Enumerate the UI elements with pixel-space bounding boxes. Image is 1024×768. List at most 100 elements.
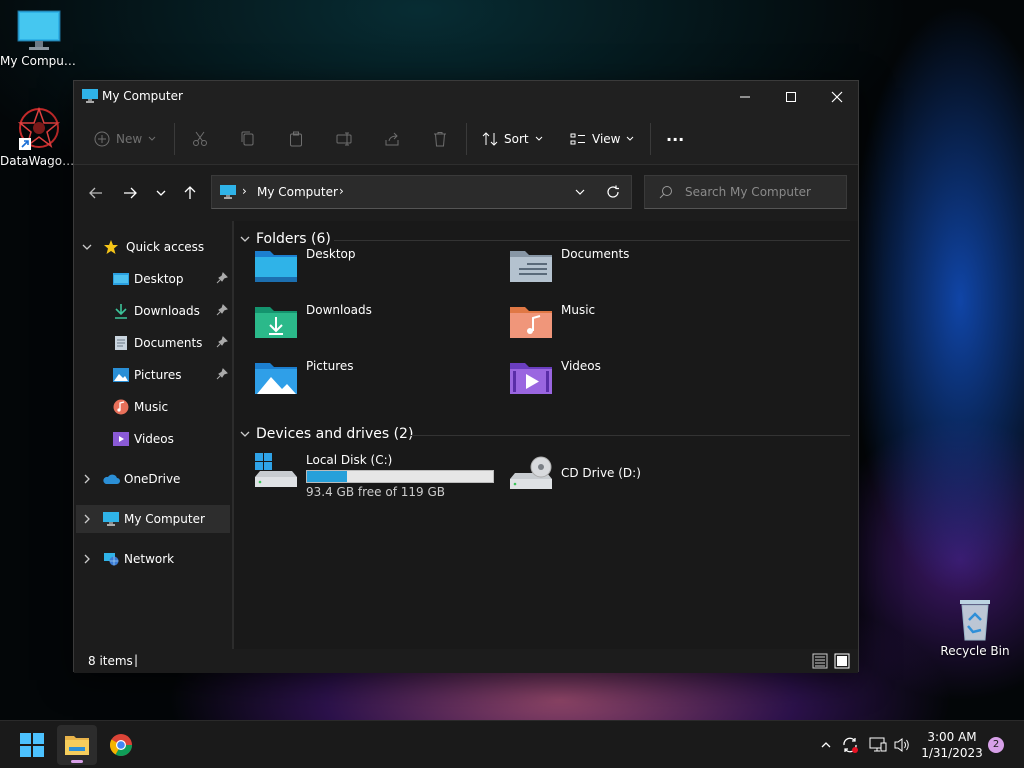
folder-documents[interactable]: Documents xyxy=(509,247,749,297)
sidebar-item-videos[interactable]: Videos xyxy=(76,425,230,453)
monitor-icon xyxy=(220,185,236,202)
show-hidden-icons-button[interactable] xyxy=(816,735,836,755)
share-icon xyxy=(385,132,399,146)
more-options-button[interactable]: ··· xyxy=(666,127,684,151)
forward-button[interactable] xyxy=(120,183,140,203)
sidebar-item-quick-access[interactable]: Quick access xyxy=(76,233,230,261)
large-icons-view-button[interactable] xyxy=(834,653,850,672)
desktop-icon-recycle-bin[interactable]: Recycle Bin xyxy=(936,596,1014,658)
pin-icon xyxy=(216,272,228,287)
trash-icon xyxy=(434,132,446,147)
back-button[interactable] xyxy=(86,183,106,203)
network-status-button[interactable] xyxy=(868,735,888,755)
volume-button[interactable] xyxy=(892,735,912,755)
search-box[interactable]: Search My Computer xyxy=(644,175,847,209)
sync-status-button[interactable] xyxy=(840,735,860,755)
drives-group-title: Devices and drives (2) xyxy=(256,426,414,442)
cd-drive-icon xyxy=(510,456,552,489)
folder-pictures[interactable]: Pictures xyxy=(254,359,494,409)
minimize-icon xyxy=(740,96,750,98)
sidebar-item-label: Music xyxy=(134,400,169,414)
new-button[interactable]: New xyxy=(94,127,156,151)
sidebar-item-downloads[interactable]: Downloads xyxy=(76,297,230,325)
scissors-icon xyxy=(193,131,207,146)
desktop-icon-my-computer[interactable]: My Computer xyxy=(0,10,78,68)
folder-icon xyxy=(65,736,89,755)
address-dropdown-button[interactable] xyxy=(574,186,586,201)
taskbar-file-explorer[interactable] xyxy=(57,725,97,765)
details-view-icon xyxy=(812,653,828,669)
breadcrumb-separator[interactable]: › xyxy=(242,184,247,198)
navigation-pane: Quick access Desktop Downloads Documents xyxy=(74,221,232,649)
system-clock[interactable]: 3:00 AM 1/31/2023 xyxy=(918,729,986,761)
toolbar-separator xyxy=(650,123,651,155)
start-button[interactable] xyxy=(12,725,52,765)
chevron-down-icon xyxy=(148,136,156,141)
delete-button[interactable] xyxy=(432,127,448,151)
sidebar-item-label: Downloads xyxy=(134,304,200,318)
sort-button[interactable]: Sort xyxy=(482,127,543,151)
cut-button[interactable] xyxy=(192,127,208,151)
notification-badge[interactable]: 2 xyxy=(988,737,1004,753)
drives-group-header[interactable]: Devices and drives (2) xyxy=(240,426,413,442)
title-bar[interactable]: My Computer xyxy=(74,81,858,113)
drive-cd-d[interactable]: CD Drive (D:) xyxy=(509,453,749,493)
arrow-left-icon xyxy=(89,187,102,199)
taskbar-chrome[interactable] xyxy=(101,725,141,765)
breadcrumb-separator[interactable]: › xyxy=(339,184,344,198)
breadcrumb-my-computer[interactable]: My Computer xyxy=(257,185,338,199)
sidebar-item-pictures[interactable]: Pictures xyxy=(76,361,230,389)
arrow-right-icon xyxy=(124,187,137,199)
folder-name: Videos xyxy=(561,359,601,373)
details-view-button[interactable] xyxy=(812,653,828,672)
copy-button[interactable] xyxy=(240,127,256,151)
sidebar-item-music[interactable]: Music xyxy=(76,393,230,421)
up-button[interactable] xyxy=(180,183,200,203)
monitor-icon xyxy=(17,10,61,50)
windows-logo-icon xyxy=(20,733,44,757)
pin-icon xyxy=(216,304,228,319)
tiles-view-icon xyxy=(834,653,850,669)
drive-name: Local Disk (C:) xyxy=(306,453,393,467)
download-arrow-icon xyxy=(112,302,130,320)
chevron-right-icon[interactable] xyxy=(76,474,98,484)
chevron-down-icon xyxy=(575,189,585,195)
folder-desktop[interactable]: Desktop xyxy=(254,247,494,297)
minimize-button[interactable] xyxy=(722,81,768,113)
folder-videos[interactable]: Videos xyxy=(509,359,749,409)
refresh-button[interactable] xyxy=(606,185,620,202)
share-button[interactable] xyxy=(384,127,400,151)
recent-locations-button[interactable] xyxy=(151,183,171,203)
folder-music[interactable]: Music xyxy=(509,303,749,353)
sidebar-item-label: Documents xyxy=(134,336,203,350)
folder-name: Downloads xyxy=(306,303,372,317)
sidebar-item-desktop[interactable]: Desktop xyxy=(76,265,230,293)
close-button[interactable] xyxy=(814,81,860,113)
chevron-down-icon xyxy=(240,236,250,242)
view-button[interactable]: View xyxy=(570,127,634,151)
sidebar-item-onedrive[interactable]: OneDrive xyxy=(76,465,230,493)
desktop-icon-label: Recycle Bin xyxy=(940,644,1010,658)
cloud-icon xyxy=(102,470,120,488)
drive-local-disk-c[interactable]: Local Disk (C:) 93.4 GB free of 119 GB xyxy=(254,453,494,501)
desktop-icon-datawagon[interactable]: DataWagon... xyxy=(0,106,78,168)
group-divider xyxy=(334,240,850,241)
address-bar[interactable]: › My Computer › xyxy=(211,175,632,209)
folders-group-header[interactable]: Folders (6) xyxy=(240,231,331,247)
chevron-right-icon[interactable] xyxy=(76,554,98,564)
chevron-right-icon[interactable] xyxy=(76,514,98,524)
group-divider xyxy=(410,435,850,436)
rename-button[interactable] xyxy=(336,127,352,151)
drive-free-space: 93.4 GB free of 119 GB xyxy=(306,485,445,499)
sidebar-item-network[interactable]: Network xyxy=(76,545,230,573)
view-button-label: View xyxy=(592,132,621,146)
chevron-down-icon[interactable] xyxy=(76,242,98,252)
pin-icon xyxy=(216,336,228,351)
drive-usage-bar-fill xyxy=(307,471,347,482)
chevron-down-icon xyxy=(156,190,166,196)
sidebar-item-documents[interactable]: Documents xyxy=(76,329,230,357)
sidebar-item-my-computer[interactable]: My Computer xyxy=(76,505,230,533)
folder-downloads[interactable]: Downloads xyxy=(254,303,494,353)
paste-button[interactable] xyxy=(288,127,304,151)
maximize-button[interactable] xyxy=(768,81,814,113)
